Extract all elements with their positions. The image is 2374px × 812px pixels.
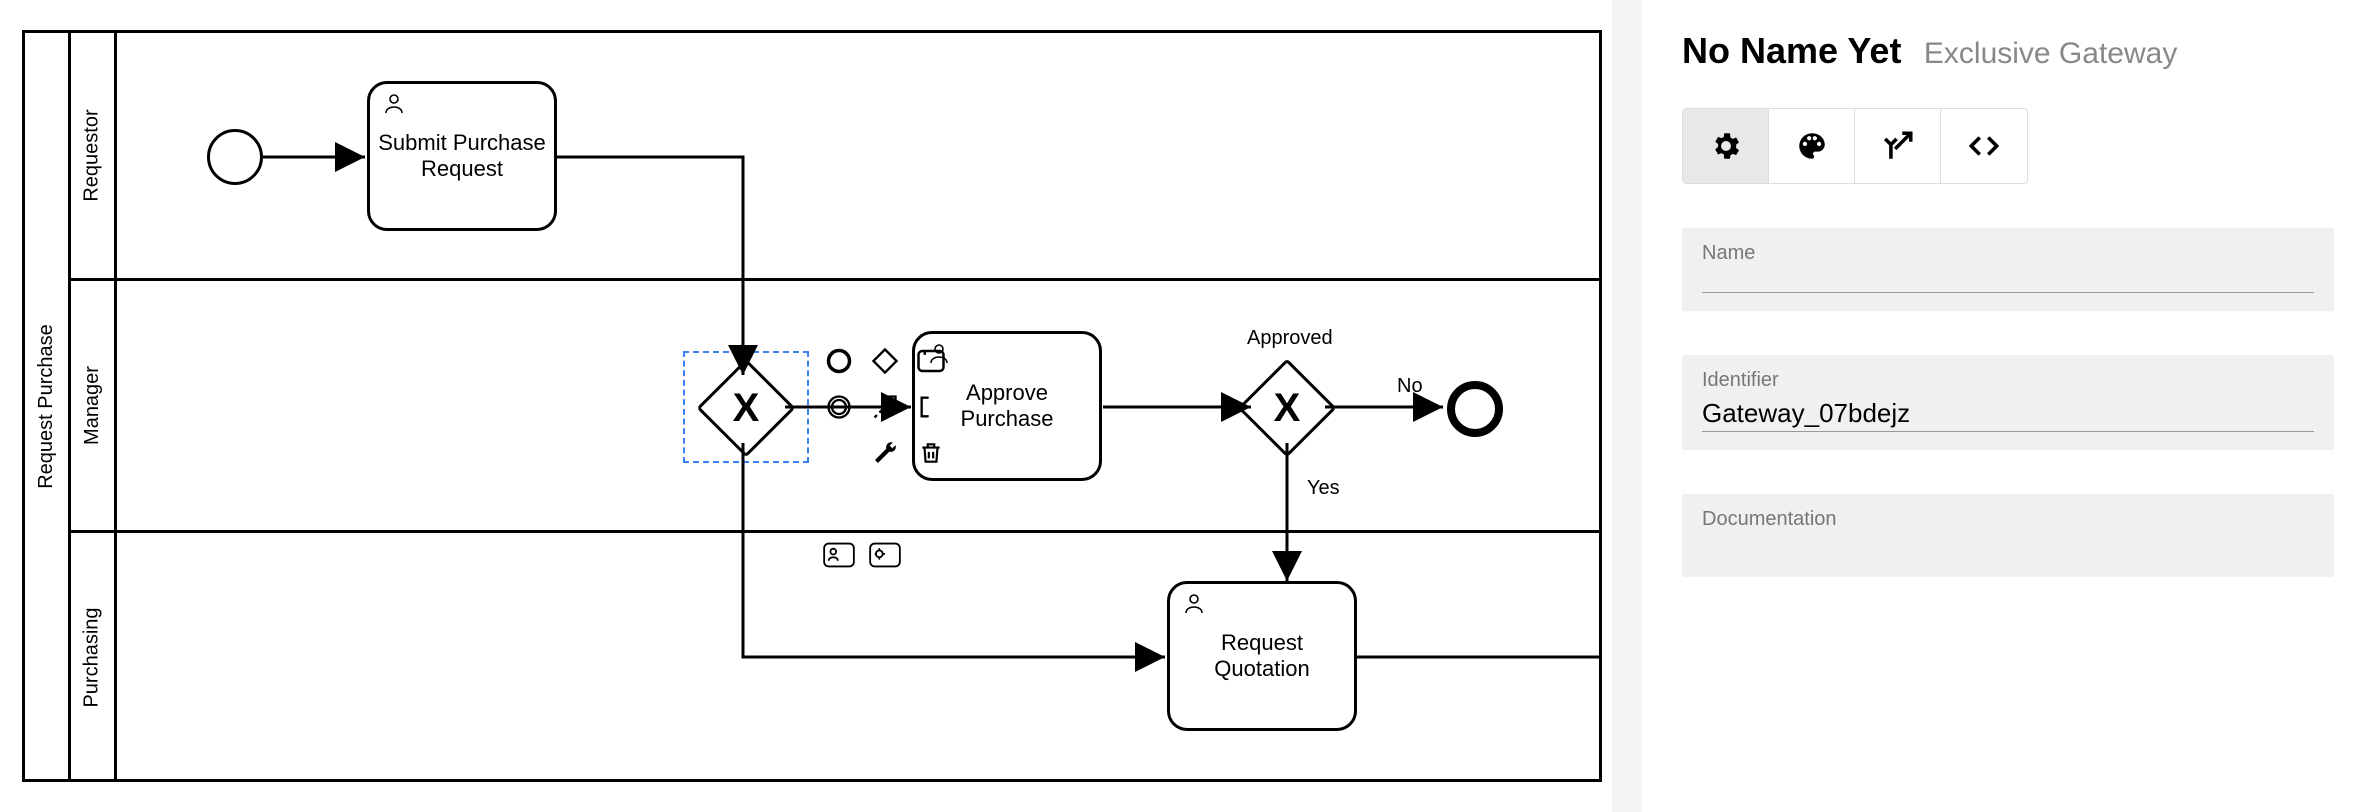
task-request-quotation[interactable]: Request Quotation [1167,581,1357,731]
end-event[interactable] [1447,381,1503,437]
context-pad [817,339,953,475]
tab-style[interactable] [1769,109,1855,183]
append-task-icon[interactable] [909,339,953,383]
task-label: Submit Purchase Request [378,130,546,182]
panel-title: No Name Yet [1682,30,1901,72]
panel-tabs [1682,108,2028,184]
tab-general[interactable] [1683,109,1769,183]
gateway-x-marker: X [711,373,781,443]
documentation-value[interactable] [1702,531,2314,559]
wrench-icon[interactable] [863,431,907,475]
properties-panel: No Name Yet Exclusive Gateway Name Ident… [1642,0,2374,812]
delete-icon[interactable] [909,431,953,475]
lane-label-requestor: Requestor [81,109,104,201]
tab-flow[interactable] [1855,109,1941,183]
lane-purchasing[interactable]: Purchasing Request Quotation [71,533,1599,781]
documentation-label: Documentation [1702,508,2314,531]
user-icon [380,92,408,122]
palette-icon [1795,129,1829,163]
text-annotation-icon[interactable] [909,385,953,429]
lane-label-purchasing: Purchasing [81,607,104,707]
lane-label-manager: Manager [81,366,104,445]
split-arrow-icon [1881,129,1915,163]
panel-subtype: Exclusive Gateway [1924,37,2177,70]
field-name[interactable]: Name [1682,228,2334,311]
code-icon [1967,129,2001,163]
user-icon [1180,592,1208,622]
gateway-approved[interactable]: X [1252,373,1322,443]
pool-request-purchase[interactable]: Request Purchase Requestor Submit Purcha… [22,30,1602,782]
field-identifier[interactable]: Identifier Gateway_07bdejz [1682,355,2334,450]
lane-requestor[interactable]: Requestor Submit Purchase Request [71,33,1599,281]
gateway-x-marker: X [1252,373,1322,443]
append-gateway-icon[interactable] [863,339,907,383]
lane-manager[interactable]: Manager X Approve Purchase X [71,281,1599,533]
pool-header[interactable]: Request Purchase [25,33,71,779]
append-end-event-icon[interactable] [817,339,861,383]
pool-label: Request Purchase [35,324,58,489]
gateway-approved-label: Approved [1247,327,1333,350]
identifier-label: Identifier [1702,369,2314,392]
task-label: Request Quotation [1178,630,1346,682]
append-intermediate-event-icon[interactable] [817,385,861,429]
lane-header-manager[interactable]: Manager [71,281,117,530]
field-documentation[interactable]: Documentation [1682,494,2334,577]
flow-label-yes: Yes [1307,477,1340,500]
gateway-1[interactable]: X [711,373,781,443]
connect-icon[interactable] [863,385,907,429]
lane-header-purchasing[interactable]: Purchasing [71,533,117,781]
task-submit-purchase-request[interactable]: Submit Purchase Request [367,81,557,231]
start-event[interactable] [207,129,263,185]
panel-header: No Name Yet Exclusive Gateway [1682,30,2334,72]
tab-xml[interactable] [1941,109,2027,183]
gear-icon [1709,129,1743,163]
identifier-value[interactable]: Gateway_07bdejz [1702,398,2314,432]
flow-label-no: No [1397,375,1423,398]
name-label: Name [1702,242,2314,265]
bpmn-canvas[interactable]: Request Purchase Requestor Submit Purcha… [0,0,1612,812]
lane-header-requestor[interactable]: Requestor [71,33,117,278]
name-value[interactable] [1702,265,2314,293]
